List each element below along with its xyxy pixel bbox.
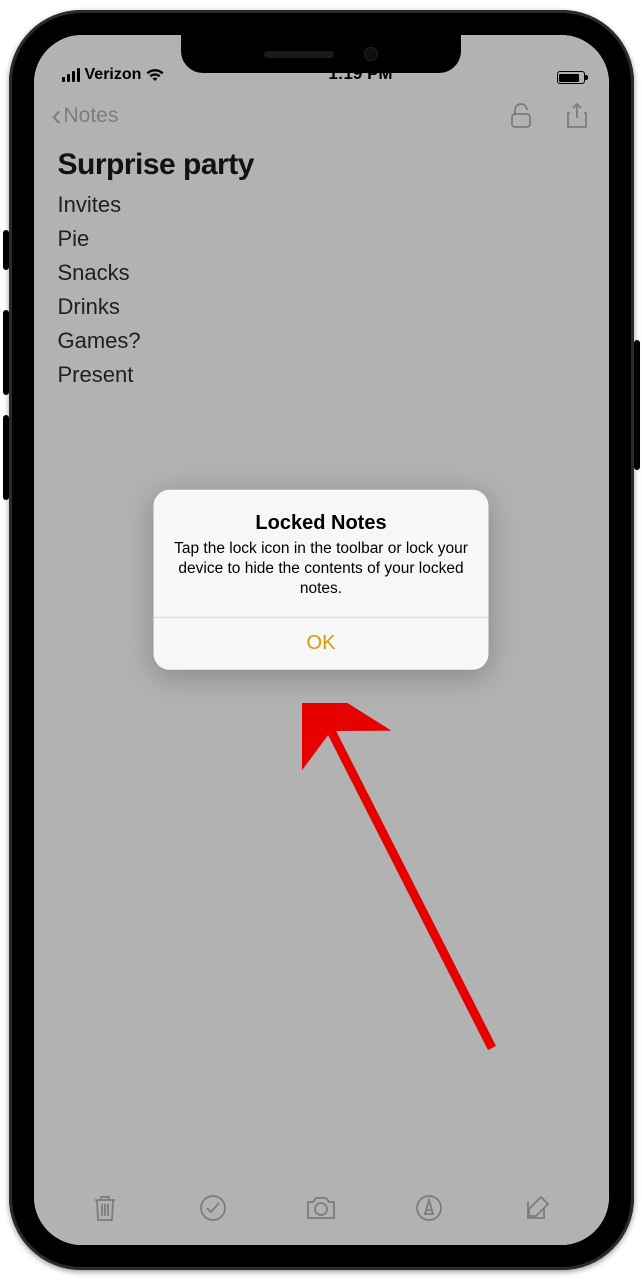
volume-up-button xyxy=(3,310,9,395)
alert-title: Locked Notes xyxy=(174,511,469,534)
notch xyxy=(181,35,461,73)
screen: Verizon 1:19 PM ‹ Notes xyxy=(34,35,609,1245)
alert-message: Tap the lock icon in the toolbar or lock… xyxy=(174,538,469,598)
power-button xyxy=(634,340,640,470)
ok-button[interactable]: OK xyxy=(154,618,489,670)
phone-frame: Verizon 1:19 PM ‹ Notes xyxy=(9,10,634,1270)
mute-switch xyxy=(3,230,9,270)
volume-down-button xyxy=(3,415,9,500)
locked-notes-alert: Locked Notes Tap the lock icon in the to… xyxy=(154,489,489,669)
